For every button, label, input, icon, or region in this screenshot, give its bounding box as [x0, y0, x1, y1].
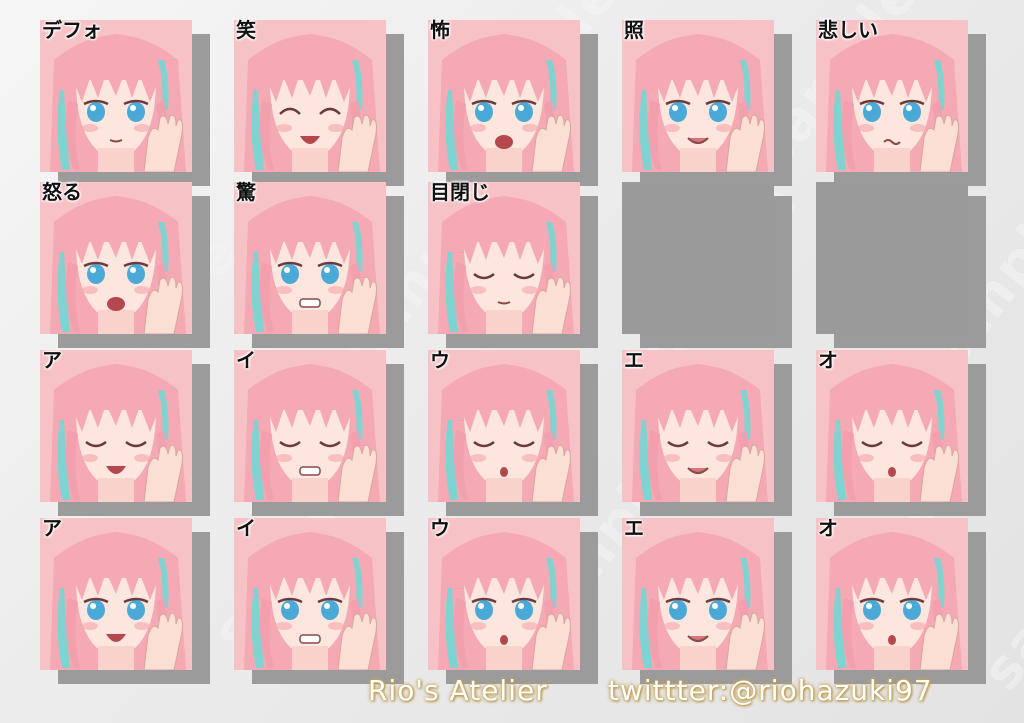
expression-tile: オ: [816, 348, 986, 516]
expression-label: ア: [42, 348, 62, 372]
expression-tile: 悲しい: [816, 18, 986, 186]
expression-tile: エ: [622, 516, 792, 684]
expression-label: 怒る: [42, 180, 82, 204]
expression-label: 驚: [236, 180, 256, 204]
expression-tile: ア: [40, 516, 210, 684]
face-illustration: [428, 518, 580, 670]
expression-label: エ: [624, 348, 644, 372]
face-illustration: [428, 350, 580, 502]
expression-tile: エ: [622, 348, 792, 516]
expression-label: 照: [624, 18, 644, 42]
face-illustration: [622, 20, 774, 172]
expression-tile: イ: [234, 348, 404, 516]
expression-tile: 怒る: [40, 180, 210, 348]
expression-label: ア: [42, 516, 62, 540]
expression-tile: オ: [816, 516, 986, 684]
expression-tile: 怖: [428, 18, 598, 186]
face-illustration: [40, 518, 192, 670]
expression-label: イ: [236, 348, 256, 372]
expression-label: エ: [624, 516, 644, 540]
face-illustration: [622, 350, 774, 502]
expression-tile: 照: [622, 18, 792, 186]
expression-label: 笑: [236, 18, 256, 42]
expression-tile: イ: [234, 516, 404, 684]
face-illustration: [234, 518, 386, 670]
expression-label: オ: [818, 348, 838, 372]
face-illustration: [40, 350, 192, 502]
expression-label: オ: [818, 516, 838, 540]
expression-label: 怖: [430, 18, 450, 42]
blank-expression-slot: [816, 182, 986, 348]
expression-label: デフォ: [42, 18, 102, 42]
expression-label: イ: [236, 516, 256, 540]
expression-label: ウ: [430, 516, 450, 540]
expression-tile: ア: [40, 348, 210, 516]
expression-tile: ウ: [428, 516, 598, 684]
face-illustration: [234, 182, 386, 334]
expression-tile: 目閉じ: [428, 180, 598, 348]
expression-tile: 驚: [234, 180, 404, 348]
brand-name: Rio's Atelier: [368, 674, 548, 707]
expression-label: 目閉じ: [430, 180, 490, 204]
expression-tile: ウ: [428, 348, 598, 516]
blank-expression-slot: [622, 182, 792, 348]
blank-tile: [816, 182, 968, 334]
blank-tile: [622, 182, 774, 334]
expression-label: ウ: [430, 348, 450, 372]
face-illustration: [234, 350, 386, 502]
expression-tile: デフォ: [40, 18, 210, 186]
face-illustration: [816, 350, 968, 502]
face-illustration: [622, 518, 774, 670]
expression-tile: 笑: [234, 18, 404, 186]
face-illustration: [428, 20, 580, 172]
twitter-handle: twittter:@riohazuki97: [608, 674, 933, 707]
expression-label: 悲しい: [818, 18, 878, 42]
face-illustration: [816, 518, 968, 670]
face-illustration: [234, 20, 386, 172]
